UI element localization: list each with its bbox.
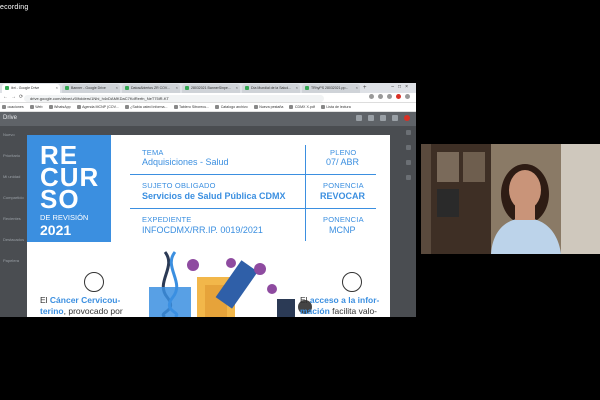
drive-preview-header: Drive xyxy=(0,112,416,126)
recurso-year: 2021 xyxy=(40,222,72,238)
sheet-favicon-icon xyxy=(125,86,129,90)
close-tab-icon[interactable]: × xyxy=(116,85,118,90)
drive-favicon-icon xyxy=(185,86,189,90)
open-with-icon[interactable] xyxy=(356,115,362,121)
bookmark-item[interactable]: Web xyxy=(30,105,42,109)
drive-sidebar-item[interactable]: Papelera xyxy=(3,258,24,263)
slide-preview: RE CUR SO DE REVISIÓN 2021 TEMA Adquisic… xyxy=(27,135,390,317)
participant-video[interactable] xyxy=(421,144,600,254)
bookmark-item[interactable]: ocaciones xyxy=(2,105,24,109)
document-icon xyxy=(342,272,362,292)
tema-label: TEMA xyxy=(142,148,164,157)
pleno-value: 07/ ABR xyxy=(326,157,360,167)
recording-indicator: ecording xyxy=(0,4,28,11)
bookmark-item[interactable]: Catalogo archivo xyxy=(215,105,248,109)
bookmark-item[interactable]: Lista de lectura xyxy=(321,105,350,109)
bookmark-item[interactable]: Tablero Sitrorecu... xyxy=(174,105,209,109)
drive-title: Drive xyxy=(3,115,18,121)
account-avatar[interactable] xyxy=(404,115,410,121)
menu-icon[interactable] xyxy=(405,94,410,99)
drive-sidebar-item[interactable]: Compartido xyxy=(3,195,24,200)
extension-icon[interactable] xyxy=(378,94,383,99)
window-controls[interactable]: –□× xyxy=(391,84,412,90)
ponencia-label: PONENCIA xyxy=(323,215,364,224)
address-bar-row: ←→⟳ drive.google.com/drive/u/0/folders/1… xyxy=(0,93,416,103)
drive-sidebar-item[interactable]: Nuevo xyxy=(3,132,24,137)
extension-icon[interactable] xyxy=(369,94,374,99)
drive-favicon-icon xyxy=(65,86,69,90)
close-tab-icon[interactable]: × xyxy=(296,85,298,90)
tasks-icon[interactable] xyxy=(406,160,411,165)
browser-tab[interactable]: DatosAbiertos ZR COV... × xyxy=(122,84,180,93)
extensions-area xyxy=(369,94,410,99)
drive-sidebar-item[interactable]: Mi unidad xyxy=(3,174,24,179)
browser-tab[interactable]: Banner - Google Drive × xyxy=(62,84,120,93)
keep-icon[interactable] xyxy=(406,145,411,150)
print-icon[interactable] xyxy=(368,115,374,121)
participant-video-frame xyxy=(421,144,600,254)
drive-sidebar-item[interactable]: Recientes xyxy=(3,216,24,221)
ponencia-label: PONENCIA xyxy=(323,181,364,190)
new-tab-button[interactable]: + xyxy=(363,84,367,93)
drive-sidebar-item[interactable]: Prioritario xyxy=(3,153,24,158)
browser-tab[interactable]: 28032021 BannerSinpe... × xyxy=(182,84,240,93)
expediente-label: EXPEDIENTE xyxy=(142,215,192,224)
close-tab-icon[interactable]: × xyxy=(356,85,358,90)
add-icon[interactable] xyxy=(406,175,411,180)
browser-tab[interactable]: Día Mundial de la Salud... × xyxy=(242,84,300,93)
nav-arrows-icon[interactable]: ←→⟳ xyxy=(3,94,26,100)
extension-icon[interactable] xyxy=(387,94,392,99)
drive-sidebar-item[interactable]: Destacados xyxy=(3,237,24,242)
bookmark-item[interactable]: Nueva pestaña xyxy=(254,105,283,109)
close-tab-icon[interactable]: × xyxy=(56,85,58,90)
sujeto-label: SUJETO OBLIGADO xyxy=(142,181,216,190)
left-body-text: El Cáncer Cervicou- terino, provocado po… xyxy=(40,295,123,316)
expediente-value: INFOCDMX/RR.IP. 0019/2021 xyxy=(142,225,263,235)
drive-favicon-icon xyxy=(5,86,9,90)
info-icon xyxy=(84,272,104,292)
calendar-icon[interactable] xyxy=(406,130,411,135)
pleno-label: PLENO xyxy=(330,148,357,157)
right-body-text: El acceso a la infor- mación facilita va… xyxy=(300,295,380,316)
bookmark-item[interactable]: WhatsApp xyxy=(49,105,71,109)
download-icon[interactable] xyxy=(380,115,386,121)
bookmark-item[interactable]: Agenda MCNP (COV... xyxy=(77,105,119,109)
browser-tab-bar: ibri - Google Drive × Banner - Google Dri… xyxy=(0,83,416,93)
meeting-window: ecording ibri - Google Drive × Banner - G… xyxy=(0,0,600,400)
drive-favicon-icon xyxy=(305,86,309,90)
drive-side-panel xyxy=(406,130,412,190)
bookmark-item[interactable]: CDMX X.pdf xyxy=(289,105,315,109)
divider xyxy=(130,174,376,175)
browser-tab[interactable]: ibri - Google Drive × xyxy=(2,84,60,93)
preview-tools xyxy=(356,115,410,121)
bookmarks-bar: ocaciones Web WhatsApp Agenda MCNP (COV.… xyxy=(0,103,416,112)
tema-value: Adquisiciones - Salud xyxy=(142,157,229,167)
recurso-banner: RE CUR SO DE REVISIÓN 2021 xyxy=(27,135,111,242)
url-input[interactable]: drive.google.com/drive/u/0/folders/1Nhi_… xyxy=(24,94,324,102)
divider xyxy=(130,208,376,209)
close-tab-icon[interactable]: × xyxy=(236,85,238,90)
column-divider xyxy=(305,145,306,241)
browser-tab[interactable]: TRhyPS 28032021.pp... × xyxy=(302,84,360,93)
recurso-subtitle: DE REVISIÓN xyxy=(40,213,89,222)
recurso-title: RE CUR SO xyxy=(40,140,100,214)
sujeto-value: Servicios de Salud Pública CDMX xyxy=(142,191,286,201)
more-icon[interactable] xyxy=(392,115,398,121)
drive-favicon-icon xyxy=(245,86,249,90)
ponencia-result-value: REVOCAR xyxy=(320,191,366,201)
ponencia-value: MCNP xyxy=(329,225,356,235)
drive-sidebar: Nuevo Prioritario Mi unidad Compartido R… xyxy=(3,132,24,279)
bookmark-item[interactable]: ¿Sabía usted informa... xyxy=(125,105,167,109)
profile-avatar-icon[interactable] xyxy=(396,94,401,99)
close-tab-icon[interactable]: × xyxy=(176,85,178,90)
recording-label: ecording xyxy=(0,4,29,11)
